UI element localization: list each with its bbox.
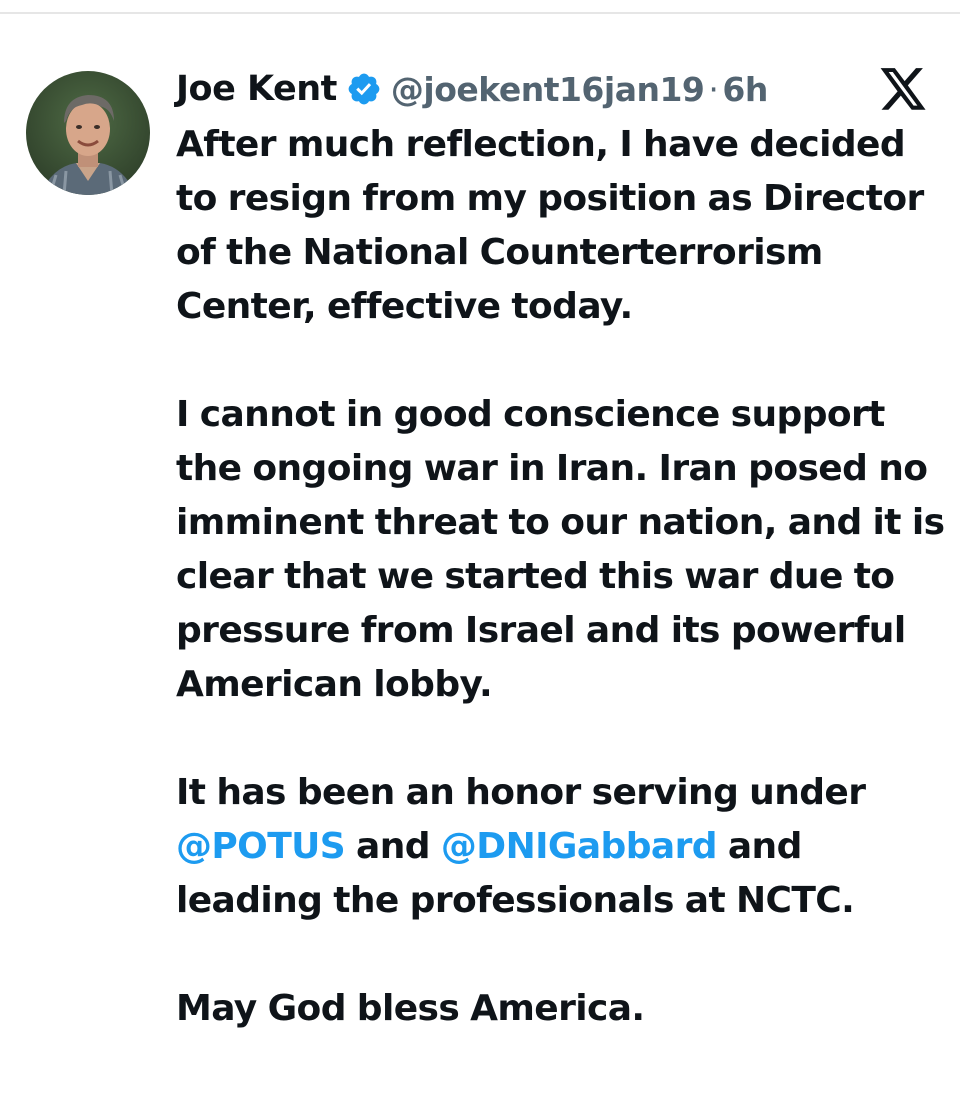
paragraph-3-text-2: and — [356, 826, 431, 867]
author-name[interactable]: Joe Kent — [176, 69, 337, 109]
tweet-paragraph-3: It has been an honor serving under @POTU… — [176, 766, 956, 928]
verified-badge-icon — [346, 71, 382, 107]
paragraph-3-text-1: It has been an honor serving under — [176, 772, 866, 813]
tweet-paragraph-4: May God bless America. — [176, 988, 645, 1029]
tweet-text: After much reflection, I have decided to… — [176, 118, 956, 1036]
x-logo-icon[interactable] — [878, 66, 928, 114]
mention-dnigabbard[interactable]: @DNIGabbard — [441, 826, 718, 867]
top-divider — [0, 12, 960, 14]
author-handle[interactable]: @joekent16jan19 — [391, 70, 705, 109]
tweet-paragraph-2: I cannot in good conscience support the … — [176, 394, 945, 705]
tweet-paragraph-1: After much reflection, I have decided to… — [176, 124, 924, 327]
mention-potus[interactable]: @POTUS — [176, 826, 346, 867]
post-time[interactable]: 6h — [722, 70, 768, 109]
header-separator: · — [708, 69, 719, 109]
avatar[interactable] — [26, 71, 150, 195]
tweet-header: Joe Kent @joekent16jan19 · 6h — [176, 66, 768, 112]
